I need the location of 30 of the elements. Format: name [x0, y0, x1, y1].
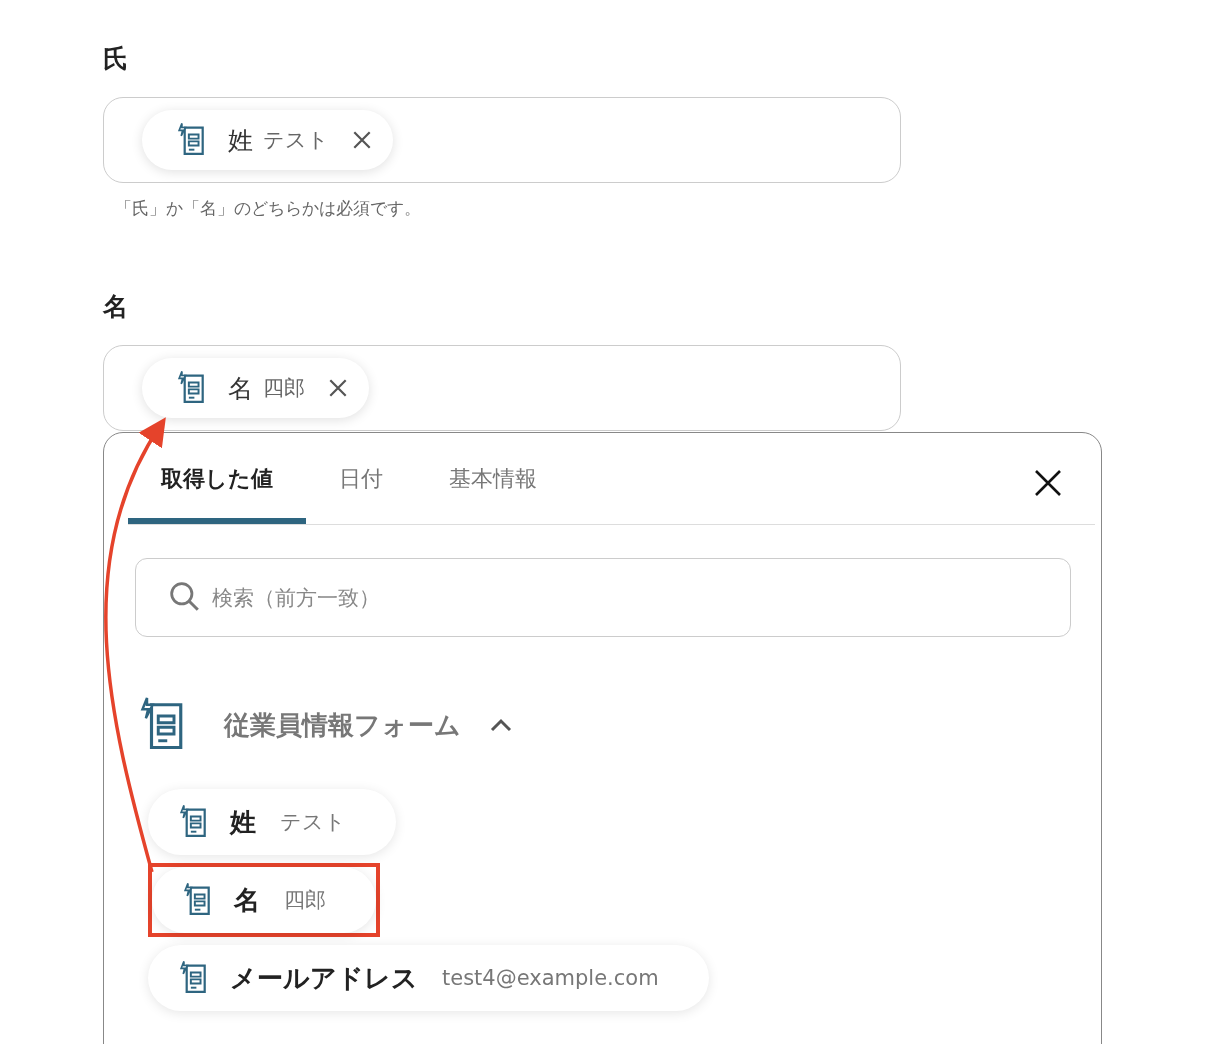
- group-title: 従業員情報フォーム: [224, 708, 461, 742]
- tab[interactable]: 取得した値: [128, 433, 306, 524]
- chevron-icon[interactable]: [489, 717, 513, 733]
- chip-value: テスト: [263, 127, 329, 154]
- list-item[interactable]: メールアドレス test4@example.com: [148, 945, 709, 1011]
- item-value: 四郎: [284, 887, 326, 914]
- input-field[interactable]: 名 四郎: [103, 345, 901, 431]
- input-field[interactable]: 姓 テスト: [103, 97, 901, 183]
- tab[interactable]: 基本情報: [416, 433, 570, 524]
- value-chip[interactable]: 姓 テスト: [142, 110, 393, 170]
- chip-name: 名: [228, 372, 253, 405]
- value-chip[interactable]: 名 四郎: [142, 358, 369, 418]
- remove-icon[interactable]: [351, 129, 373, 151]
- close-icon[interactable]: [1033, 468, 1063, 498]
- search-field[interactable]: 検索（前方一致）: [135, 558, 1071, 637]
- item-value: テスト: [280, 809, 346, 836]
- list-item[interactable]: 姓 テスト: [148, 789, 396, 855]
- item-name: 名: [234, 883, 260, 917]
- tab[interactable]: 日付: [306, 433, 416, 524]
- item-value: test4@example.com: [442, 966, 659, 990]
- chip-value: 四郎: [263, 375, 305, 402]
- item-name: メールアドレス: [230, 961, 418, 995]
- list-item[interactable]: 名 四郎: [152, 867, 376, 933]
- hint-text: 「氏」か「名」のどちらかは必須です。: [115, 197, 422, 220]
- item-name: 姓: [230, 805, 256, 839]
- remove-icon[interactable]: [327, 377, 349, 399]
- field-label: 名: [103, 292, 129, 322]
- search-icon: [169, 581, 201, 613]
- field-label: 氏: [103, 44, 129, 74]
- chip-name: 姓: [228, 124, 253, 157]
